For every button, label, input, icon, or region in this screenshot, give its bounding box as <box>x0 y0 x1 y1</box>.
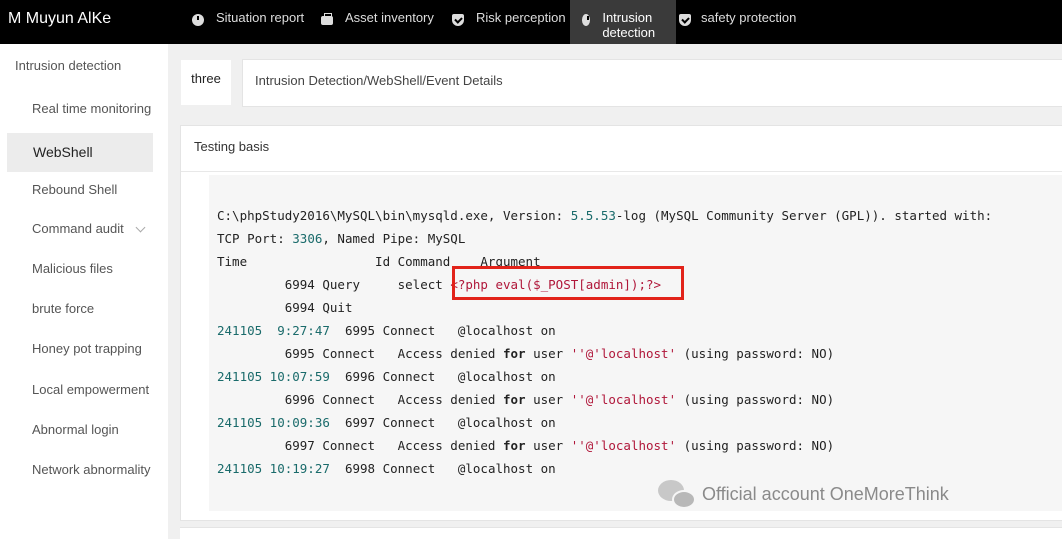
shield-icon <box>679 14 691 26</box>
nav-label: Situation report <box>216 10 305 25</box>
sidebar-item-webshell[interactable]: WebShell <box>7 133 153 172</box>
nav-label: safety protection <box>701 10 797 25</box>
log-line: 241105 10:09:36 6997 Connect @localhost … <box>217 415 556 430</box>
log-line: 241105 10:19:27 6998 Connect @localhost … <box>217 461 556 476</box>
log-line: 6995 Connect Access denied for user ''@'… <box>284 346 835 361</box>
log-line: 6994 Quit <box>284 300 353 315</box>
pie-chart-icon <box>582 14 591 26</box>
chevron-down-icon <box>135 222 146 233</box>
sidebar-item-command-audit[interactable]: Command audit <box>32 221 146 236</box>
nav-risk-perception[interactable]: Risk perception <box>446 0 570 44</box>
sidebar: Intrusion detection Real time monitoring… <box>0 44 168 539</box>
sidebar-item-local-empowerment[interactable]: Local empowerment <box>32 382 149 397</box>
log-line: 241105 10:07:59 6996 Connect @localhost … <box>217 369 556 384</box>
log-line: TCP Port: 3306, Named Pipe: MySQL <box>217 231 466 246</box>
payload-highlight-box <box>452 266 684 300</box>
card-title: Testing basis <box>194 139 270 154</box>
sidebar-item-brute-force[interactable]: brute force <box>32 301 94 316</box>
log-line: 6996 Connect Access denied for user ''@'… <box>284 392 835 407</box>
nav-intrusion-detection[interactable]: Intrusion detection <box>570 0 676 44</box>
main-menu: Situation report Asset inventory Risk pe… <box>182 0 806 44</box>
nav-situation-report[interactable]: Situation report <box>182 0 315 44</box>
breadcrumb-bar: Intrusion Detection/WebShell/Event Detai… <box>242 59 1062 107</box>
divider <box>181 171 1062 172</box>
nav-label: Intrusion detection <box>602 10 656 40</box>
pie-chart-icon <box>192 14 204 26</box>
sidebar-item-real-time-monitoring[interactable]: Real time monitoring <box>32 101 151 116</box>
sidebar-item-abnormal-login[interactable]: Abnormal login <box>32 422 119 437</box>
watermark-text: Official account OneMoreThink <box>702 483 949 504</box>
sidebar-section-title[interactable]: Intrusion detection <box>15 58 121 73</box>
nav-safety-protection[interactable]: safety protection <box>676 0 806 44</box>
shield-icon <box>452 14 464 26</box>
log-line: C:\phpStudy2016\MySQL\bin\mysqld.exe, Ve… <box>217 208 993 223</box>
log-line: 6997 Connect Access denied for user ''@'… <box>284 438 835 453</box>
nav-asset-inventory[interactable]: Asset inventory <box>315 0 446 44</box>
watermark: Official account OneMoreThink <box>658 478 949 510</box>
next-card-edge <box>180 527 1062 539</box>
breadcrumb-prefix: three <box>181 60 231 105</box>
brand-logo[interactable]: M Muyun AlKe <box>8 0 111 38</box>
sidebar-item-network-abnormality[interactable]: Network abnormality <box>32 462 151 477</box>
testing-basis-card: Testing basis C:\phpStudy2016\MySQL\bin\… <box>180 125 1062 521</box>
wechat-icon <box>658 478 698 510</box>
box-icon <box>321 13 333 25</box>
log-line: 241105 9:27:47 6995 Connect @localhost o… <box>217 323 556 338</box>
log-code-block: C:\phpStudy2016\MySQL\bin\mysqld.exe, Ve… <box>209 175 1062 511</box>
sidebar-item-rebound-shell[interactable]: Rebound Shell <box>32 182 117 197</box>
breadcrumb: Intrusion Detection/WebShell/Event Detai… <box>255 73 503 88</box>
top-navigation-bar: M Muyun AlKe Situation report Asset inve… <box>0 0 1062 44</box>
nav-label: Risk perception <box>476 10 566 25</box>
sidebar-item-label: Command audit <box>32 221 124 236</box>
nav-label: Asset inventory <box>345 10 434 25</box>
sidebar-item-malicious-files[interactable]: Malicious files <box>32 261 113 276</box>
sidebar-item-honey-pot-trapping[interactable]: Honey pot trapping <box>32 341 142 356</box>
